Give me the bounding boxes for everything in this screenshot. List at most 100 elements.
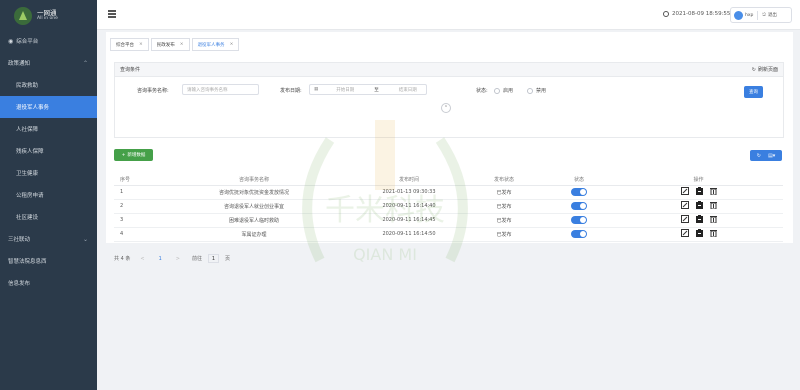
table-row: 1 咨询优抚对象优抚资金发放情况 2021-01-13 09:30:33 已发布: [114, 185, 783, 200]
edit-icon[interactable]: [680, 229, 689, 237]
sidebar-item-disability[interactable]: 残疾人保障: [0, 140, 97, 162]
cell-publish-status: 已发布: [464, 213, 544, 228]
close-icon[interactable]: ×: [139, 42, 143, 47]
brand-subtitle: All in one: [37, 16, 58, 22]
delete-icon[interactable]: [709, 229, 717, 237]
avatar[interactable]: [734, 10, 743, 20]
tab-label: 退役军人事务: [197, 42, 225, 48]
page-unit: 页: [224, 256, 230, 262]
logout-button[interactable]: 退出: [768, 12, 777, 18]
datetime-text: 2021-08-09 18:59:55: [672, 11, 731, 17]
sidebar-item-public-housing[interactable]: 公租房申请: [0, 184, 97, 206]
status-enabled-radio[interactable]: 启用: [494, 87, 513, 94]
edit-icon[interactable]: [680, 215, 689, 223]
delete-icon[interactable]: [709, 201, 717, 209]
username[interactable]: hxp: [745, 13, 753, 18]
clipboard-icon[interactable]: [695, 187, 703, 195]
name-input[interactable]: 请输入咨询事务名称: [182, 84, 259, 95]
sidebar-item-veterans[interactable]: 退役军人事务: [0, 96, 97, 118]
sidebar-item-smart-court[interactable]: 智慧法院息息西: [0, 250, 97, 272]
prev-page-button[interactable]: <: [140, 256, 144, 262]
sidebar-item-platform[interactable]: ◉ 综合平台: [0, 30, 97, 52]
delete-icon[interactable]: [709, 215, 717, 223]
col-actions: 操作: [614, 175, 783, 186]
cell-status: [544, 227, 614, 242]
edit-icon[interactable]: [680, 201, 689, 209]
status-toggle[interactable]: [571, 188, 587, 196]
menu-toggle-icon[interactable]: [108, 10, 116, 18]
collapse-icon[interactable]: ⌃: [441, 103, 451, 113]
sidebar-item-community[interactable]: 社区建设: [0, 206, 97, 228]
page-number[interactable]: 1: [159, 256, 162, 262]
sidebar-item-health[interactable]: 卫生健康: [0, 162, 97, 184]
status-toggle[interactable]: [571, 216, 587, 224]
delete-icon[interactable]: [709, 187, 717, 195]
tab-veterans[interactable]: 退役军人事务 ×: [191, 38, 240, 51]
cell-index: 3: [114, 213, 154, 228]
next-page-button[interactable]: >: [176, 256, 180, 262]
cell-status: [544, 199, 614, 214]
cell-actions: [614, 199, 783, 214]
cell-status: [544, 185, 614, 200]
clipboard-icon[interactable]: [695, 201, 703, 209]
sidebar-item-label: 民政救助: [16, 83, 39, 89]
tab-label: 民政发布: [156, 42, 175, 48]
data-table: 序号 咨询事务名称 发布时间 发布状态 状态 操作 1 咨询优抚对象优抚资金发放…: [114, 175, 783, 242]
cell-time: 2020-09-11 16:14:45: [354, 213, 464, 228]
sidebar-item-label: 退役军人事务: [16, 105, 50, 111]
date-start[interactable]: 开始日期: [336, 87, 354, 93]
plus-icon: +: [121, 152, 126, 158]
goto-input[interactable]: 1: [207, 254, 219, 263]
sidebar-item-policy[interactable]: 政策通知 ⌃: [0, 52, 97, 74]
refresh-icon[interactable]: ↻: [757, 153, 761, 159]
logout-icon[interactable]: ⎋: [762, 12, 766, 18]
name-label: 咨询事务名称:: [137, 88, 169, 94]
refresh-button[interactable]: ↻ 刷新页面: [752, 66, 778, 74]
close-icon[interactable]: ×: [230, 42, 234, 47]
goto-label: 前往: [191, 256, 202, 262]
table-tools-button[interactable]: ↻ ▤▾: [750, 150, 782, 161]
cell-status: [544, 213, 614, 228]
sidebar-item-label: 三社联动: [8, 237, 31, 243]
cell-publish-status: 已发布: [464, 227, 544, 242]
date-label: 发布日期:: [280, 88, 302, 94]
sidebar-item-label: 人社保障: [16, 127, 39, 133]
sidebar-item-info-publish[interactable]: 信息发布: [0, 272, 97, 294]
cell-actions: [614, 213, 783, 228]
clipboard-icon[interactable]: [695, 229, 703, 237]
sidebar-item-social-security[interactable]: 人社保障: [0, 118, 97, 140]
table-row: 3 困难退役军人临时救助 2020-09-11 16:14:45 已发布: [114, 213, 783, 228]
status-toggle[interactable]: [571, 230, 587, 238]
chevron-up-icon: ⌃: [82, 59, 88, 67]
tab-civil-publish[interactable]: 民政发布 ×: [150, 38, 190, 51]
add-data-button[interactable]: + 新增数据: [114, 149, 153, 161]
tab-platform[interactable]: 综合平台 ×: [110, 38, 149, 51]
cell-index: 2: [114, 199, 154, 214]
close-icon[interactable]: ×: [180, 42, 184, 47]
clipboard-icon[interactable]: [695, 215, 703, 223]
date-end[interactable]: 结束日期: [399, 87, 417, 93]
header: 2021-08-09 18:59:55 hxp ⎋ 退出: [97, 0, 800, 30]
query-title: 查询条件: [120, 67, 141, 73]
main-content: 综合平台 × 民政发布 × 退役军人事务 × 查询条件 ↻ 刷新页面 咨询事务名…: [106, 32, 793, 263]
edit-icon[interactable]: [680, 187, 689, 195]
svg-text:QIAN MI: QIAN MI: [353, 245, 417, 264]
cell-time: 2020-09-11 16:14:50: [354, 227, 464, 242]
col-status: 状态: [544, 175, 614, 186]
cell-actions: [614, 185, 783, 200]
status-label: 状态:: [476, 88, 488, 94]
cell-time: 2021-01-13 09:30:33: [354, 185, 464, 200]
sidebar-item-civil-aid[interactable]: 民政救助: [0, 74, 97, 96]
sidebar-item-three-social[interactable]: 三社联动 ⌄: [0, 228, 97, 250]
cell-index: 4: [114, 227, 154, 242]
status-toggle[interactable]: [571, 202, 587, 210]
pagination: 共 4 条 < 1 > 前往 1 页: [114, 254, 230, 263]
columns-icon[interactable]: ▤▾: [768, 153, 775, 159]
date-range-input[interactable]: ▦ 开始日期 至 结束日期: [309, 84, 427, 95]
col-index: 序号: [114, 175, 154, 186]
status-disabled-radio[interactable]: 禁用: [527, 87, 546, 94]
cell-name: 咨询优抚对象优抚资金发放情况: [154, 185, 354, 200]
search-button[interactable]: 查询: [744, 86, 763, 98]
chevron-down-icon: ⌄: [82, 235, 88, 243]
sidebar: 一网通 All in one ◉ 综合平台 政策通知 ⌃ 民政救助 退役军人事务…: [0, 0, 97, 390]
